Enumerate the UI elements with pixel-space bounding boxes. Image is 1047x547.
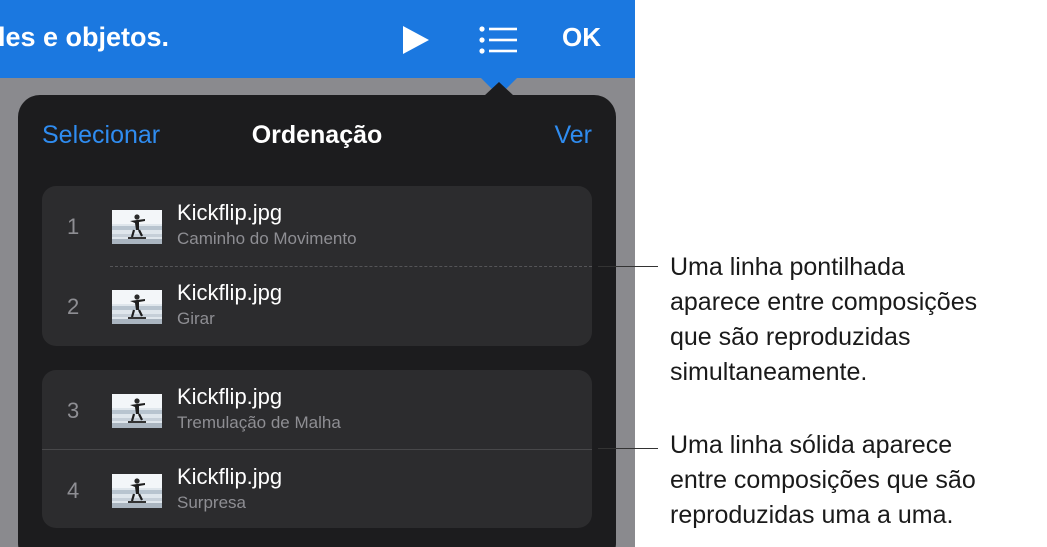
animation-list-button[interactable]	[478, 24, 518, 56]
play-icon	[403, 26, 429, 54]
callout-solid-line: Uma linha sólida aparece entre composiçõ…	[670, 431, 976, 529]
build-row[interactable]: 4 Kickflip.jpg Surpresa	[42, 450, 592, 530]
build-object-name: Kickflip.jpg	[177, 280, 283, 305]
build-object-name: Kickflip.jpg	[177, 200, 283, 225]
build-number: 4	[67, 478, 80, 503]
build-number: 3	[67, 398, 80, 423]
build-effect-name: Surpresa	[177, 493, 246, 512]
build-effect-name: Tremulação de Malha	[177, 413, 341, 432]
build-effect-name: Caminho do Movimento	[177, 229, 357, 248]
popover-header: Selecionar Ordenação Ver	[18, 95, 616, 175]
build-row[interactable]: 3 Kickflip.jpg Tremulação de Malha	[42, 370, 592, 450]
list-icon	[479, 26, 517, 54]
popover-pointer	[484, 82, 514, 96]
build-object-name: Kickflip.jpg	[177, 384, 283, 409]
build-group-sequential: 3 Kickflip.jpg Tremulação de Malha 4 Kic…	[42, 370, 592, 528]
view-button[interactable]: Ver	[554, 121, 592, 150]
play-button[interactable]	[400, 24, 432, 56]
callout-leader-dotted	[598, 266, 658, 267]
popover-title: Ordenação	[251, 121, 383, 149]
build-row[interactable]: 1 Kickflip.jpg Caminho do Movimento	[42, 186, 592, 266]
build-group-simultaneous: 1 Kickflip.jpg Caminho do Movimento 2 Ki…	[42, 186, 592, 346]
build-order-popover: Selecionar Ordenação Ver 1 Kickflip.jpg …	[18, 95, 616, 547]
app-screen: les e objetos. OK Selecionar Ordenação V…	[0, 0, 635, 547]
callout-leader-solid	[598, 448, 658, 449]
kickflip-thumbnail	[112, 290, 162, 324]
toolbar-title: les e objetos.	[0, 22, 170, 52]
kickflip-thumbnail	[112, 394, 162, 428]
top-toolbar: les e objetos. OK	[0, 0, 635, 78]
build-row[interactable]: 2 Kickflip.jpg Girar	[42, 266, 592, 346]
build-effect-name: Girar	[177, 309, 215, 328]
build-number: 1	[67, 214, 80, 239]
build-number: 2	[67, 294, 80, 319]
ok-button[interactable]: OK	[562, 22, 601, 53]
build-object-name: Kickflip.jpg	[177, 464, 283, 489]
kickflip-thumbnail	[112, 210, 162, 244]
callout-dotted-line: Uma linha pontilhada aparece entre compo…	[670, 253, 978, 386]
kickflip-thumbnail	[112, 474, 162, 508]
